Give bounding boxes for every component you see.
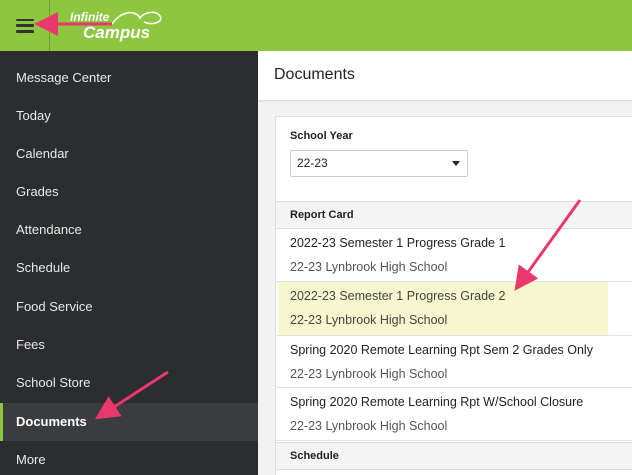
document-school: 22-23 Lynbrook High School xyxy=(290,260,448,274)
sidebar-item-school-store[interactable]: School Store xyxy=(0,364,258,402)
document-school: 22-23 Lynbrook High School xyxy=(290,367,448,381)
sidebar-item-message-center[interactable]: Message Center xyxy=(0,59,258,97)
sidebar-nav: Message Center Today Calendar Grades Att… xyxy=(0,51,258,475)
infinite-campus-logo[interactable]: Infinite Campus xyxy=(68,8,168,42)
logo-text-infinite: Infinite xyxy=(70,10,110,24)
school-year-select[interactable]: 22-23 xyxy=(290,150,468,177)
sidebar-item-more[interactable]: More xyxy=(0,441,258,475)
sidebar-item-today[interactable]: Today xyxy=(0,97,258,135)
school-year-value: 22-23 xyxy=(297,156,328,170)
document-row[interactable]: 2022-23 Semester 1 Progress Grade 1 22-2… xyxy=(276,229,632,282)
document-row[interactable]: Spring 2020 Remote Learning Rpt Sem 2 Gr… xyxy=(276,335,632,388)
menu-button[interactable] xyxy=(0,0,50,51)
sidebar-item-food-service[interactable]: Food Service xyxy=(0,288,258,326)
sidebar-item-fees[interactable]: Fees xyxy=(0,326,258,364)
document-title[interactable]: Spring 2020 Remote Learning Rpt Sem 2 Gr… xyxy=(290,343,593,357)
sidebar-item-grades[interactable]: Grades xyxy=(0,173,258,211)
document-school: 22-23 Lynbrook High School xyxy=(290,313,448,327)
sidebar-item-calendar[interactable]: Calendar xyxy=(0,135,258,173)
page-header: Documents xyxy=(258,51,632,101)
logo-text-campus: Campus xyxy=(83,23,151,42)
section-heading-report-card: Report Card xyxy=(276,201,632,229)
school-year-label: School Year xyxy=(290,130,353,142)
page-title: Documents xyxy=(274,66,355,83)
section-heading-schedule: Schedule xyxy=(276,442,632,470)
sidebar-item-attendance[interactable]: Attendance xyxy=(0,211,258,249)
caret-down-icon xyxy=(452,161,460,166)
document-school: 22-23 Lynbrook High School xyxy=(290,419,448,433)
documents-card: School Year 22-23 Report Card 2022-23 Se… xyxy=(275,116,632,475)
hamburger-icon xyxy=(15,18,34,33)
document-row-highlighted[interactable]: 2022-23 Semester 1 Progress Grade 2 22-2… xyxy=(278,282,608,335)
sidebar-item-documents[interactable]: Documents xyxy=(0,403,258,441)
document-row[interactable]: Spring 2020 Remote Learning Rpt W/School… xyxy=(276,388,632,441)
document-title[interactable]: 2022-23 Semester 1 Progress Grade 2 xyxy=(290,289,505,303)
document-title[interactable]: Spring 2020 Remote Learning Rpt W/School… xyxy=(290,395,583,409)
main-content: Documents School Year 22-23 Report Card … xyxy=(258,51,632,475)
top-bar: Infinite Campus xyxy=(0,0,632,51)
document-title[interactable]: 2022-23 Semester 1 Progress Grade 1 xyxy=(290,236,505,250)
sidebar-item-schedule[interactable]: Schedule xyxy=(0,249,258,287)
